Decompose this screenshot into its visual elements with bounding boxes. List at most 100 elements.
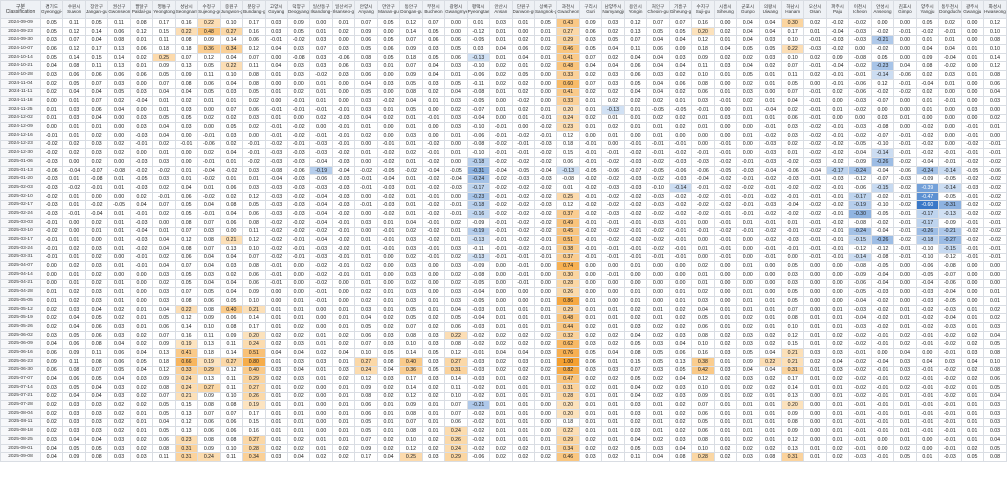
data-cell: 0.01 — [84, 122, 109, 132]
data-cell: 0.17 — [152, 18, 176, 28]
data-cell: 0.00 — [331, 35, 356, 46]
data-cell: 0.01 — [399, 174, 423, 185]
data-cell: 0.05 — [421, 52, 446, 63]
data-cell: -0.01 — [623, 217, 648, 228]
data-cell: 0.36 — [197, 44, 221, 54]
data-cell: 0.00 — [489, 287, 513, 297]
data-cell: 0.01 — [601, 304, 625, 315]
data-cell: 0.01 — [825, 391, 850, 402]
data-cell: 0.02 — [511, 35, 535, 46]
data-cell: 0.27 — [242, 435, 266, 445]
data-cell: 0.02 — [646, 96, 670, 106]
data-cell: 0.07 — [780, 87, 805, 98]
data-cell: 0.05 — [646, 348, 670, 358]
data-cell: 0.01 — [960, 391, 985, 402]
data-cell: 0.06 — [62, 339, 86, 350]
data-cell: -0.01 — [511, 139, 535, 150]
column-header: 분당구Bundang-gu — [242, 0, 266, 19]
data-cell: 0.08 — [399, 87, 423, 98]
data-cell: 0.03 — [219, 87, 244, 98]
data-cell: 0.01 — [286, 400, 311, 410]
data-cell: 0.01 — [825, 104, 850, 115]
data-cell: 0.13 — [107, 44, 131, 54]
data-cell: 0.01 — [893, 304, 917, 315]
data-cell: 0.00 — [668, 130, 693, 141]
data-cell: 0.06 — [219, 417, 244, 428]
data-cell: 0.02 — [62, 148, 86, 158]
data-cell: -0.02 — [421, 235, 446, 245]
data-cell: 0.00 — [421, 269, 446, 280]
data-cell: 0.04 — [129, 200, 154, 211]
data-cell: -0.01 — [915, 330, 940, 341]
data-cell: 0.01 — [399, 139, 423, 150]
data-cell: 0.01 — [736, 287, 760, 297]
data-cell: -0.02 — [354, 165, 378, 176]
data-cell: 0.14 — [174, 322, 199, 332]
data-cell: -0.08 — [264, 165, 288, 176]
data-cell: 0.01 — [646, 400, 670, 410]
data-cell: 0.01 — [309, 330, 333, 341]
data-cell: 0.08 — [107, 35, 131, 46]
data-cell: -0.02 — [331, 243, 356, 254]
data-cell: 0.07 — [174, 287, 199, 297]
data-cell: 0.01 — [197, 96, 221, 106]
data-cell: 0.02 — [421, 443, 446, 454]
data-cell: 0.00 — [825, 269, 850, 280]
data-cell: 0.02 — [264, 330, 288, 341]
data-cell: 0.00 — [825, 96, 850, 106]
column-header: 김포시 Gimpo — [893, 0, 917, 19]
data-cell: 0.04 — [668, 443, 693, 454]
data-cell: 0.28 — [556, 391, 580, 402]
table-row: 2024-12-23 -0.02 0.02 0.03 0.02 -0.01 0.02 -0.0… — [0, 139, 1007, 150]
data-cell: 0.02 — [399, 226, 423, 237]
row-date: 2025-09-08 — [0, 452, 41, 463]
data-cell: 0.02 — [601, 96, 625, 106]
data-cell: 0.05 — [376, 348, 401, 358]
data-cell: 0.05 — [646, 26, 670, 37]
data-cell: -0.01 — [376, 235, 401, 245]
data-cell: 0.06 — [197, 426, 221, 436]
data-cell: -0.01 — [331, 261, 356, 271]
data-cell: -0.14 — [870, 70, 895, 80]
data-cell: 0.03 — [825, 365, 850, 376]
table-row: 2025-06-23 0.09 0.11 0.08 0.06 0.05 0.18 0.66 0.… — [0, 356, 1007, 367]
column-header-en: Suwon — [67, 8, 82, 14]
data-cell: -0.17 — [825, 165, 850, 176]
data-cell: 0.01 — [489, 104, 513, 115]
data-cell: 0.00 — [309, 313, 333, 324]
data-cell: 0.06 — [421, 35, 446, 46]
data-cell: -0.07 — [84, 165, 109, 176]
data-cell: 0.01 — [421, 96, 446, 106]
data-cell: -0.02 — [376, 157, 401, 167]
data-cell: 0.05 — [983, 443, 1007, 454]
data-cell: -0.07 — [938, 269, 962, 280]
data-cell: 0.13 — [623, 26, 648, 37]
data-cell: 0.03 — [399, 243, 423, 254]
data-cell: -0.02 — [713, 226, 738, 237]
column-header-en: Namyangju — [602, 8, 625, 14]
data-cell: 0.01 — [578, 408, 603, 419]
data-cell: 0.08 — [219, 200, 244, 211]
data-cell: 0.01 — [533, 435, 558, 445]
data-cell: 0.04 — [39, 61, 64, 72]
data-cell: -0.02 — [511, 130, 535, 141]
data-cell: -0.01 — [713, 96, 738, 106]
column-header-en: Gimpo — [898, 8, 912, 14]
corner-label-en: Classification — [5, 8, 36, 15]
data-cell: 0.22 — [219, 61, 244, 72]
data-cell: -0.02 — [668, 148, 693, 158]
data-cell: -0.23 — [466, 191, 491, 202]
data-cell: 0.02 — [668, 417, 693, 428]
data-cell: 0.03 — [264, 18, 288, 28]
data-cell: -0.02 — [578, 209, 603, 219]
column-header: 오산시 Osan — [803, 0, 827, 19]
data-cell: 0.07 — [197, 408, 221, 419]
data-cell: -0.02 — [983, 235, 1007, 245]
data-cell: 0.01 — [444, 70, 468, 80]
table-row: 2025-06-02 0.03 0.05 0.06 0.03 0.02 0.07 0.16 0.… — [0, 330, 1007, 341]
data-cell: -0.02 — [578, 226, 603, 237]
data-cell: 0.07 — [84, 78, 109, 89]
data-cell: -0.02 — [533, 183, 558, 193]
data-cell: 0.01 — [893, 426, 917, 436]
data-cell: 0.62 — [556, 339, 580, 350]
